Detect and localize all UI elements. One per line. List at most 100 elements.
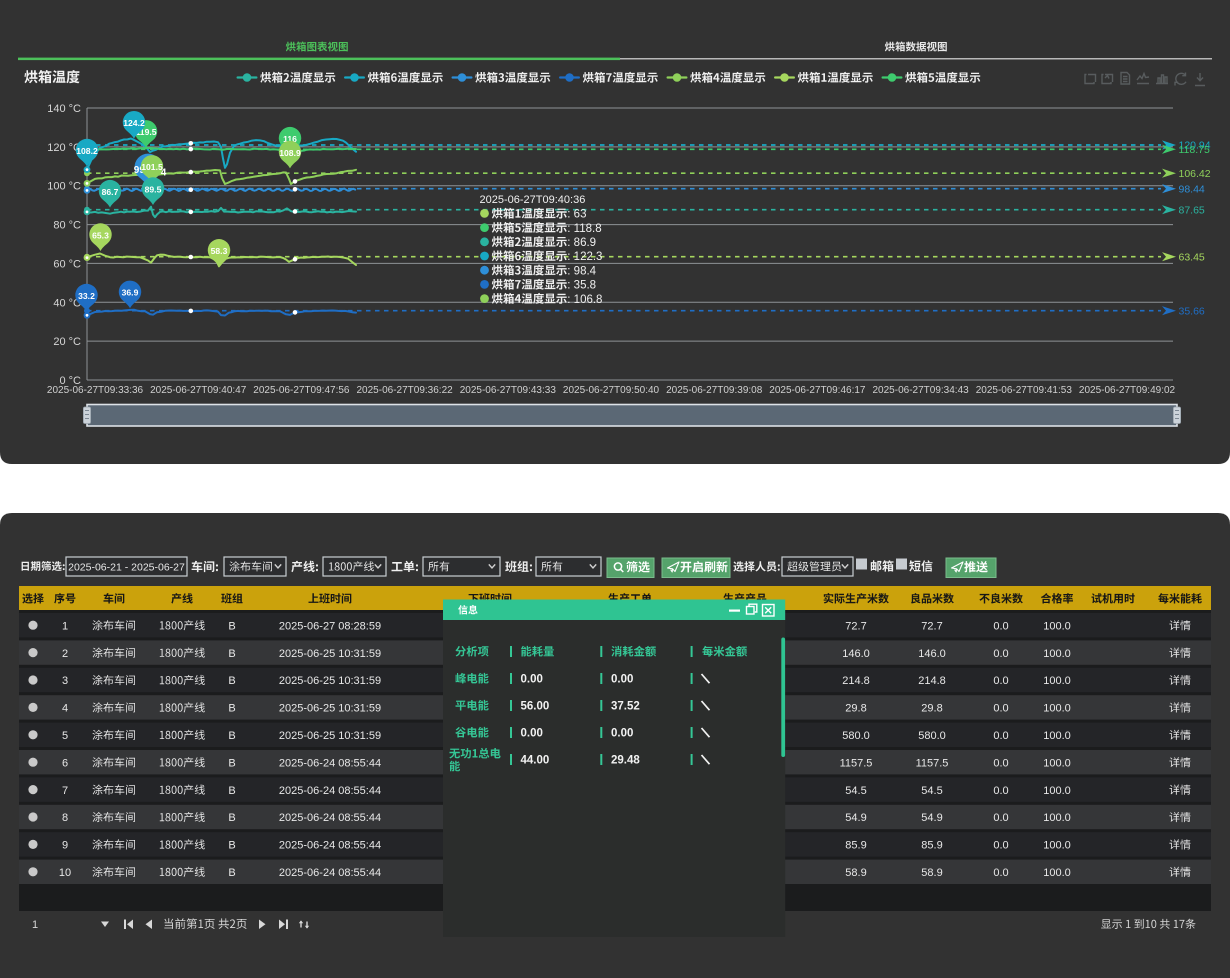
svg-text:2025-06-27T09:41:53: 2025-06-27T09:41:53 — [976, 385, 1073, 396]
svg-text:10: 10 — [59, 867, 71, 879]
svg-text:0.00: 0.00 — [521, 728, 543, 740]
svg-text:7: 7 — [62, 785, 68, 797]
svg-text:0.0: 0.0 — [993, 812, 1008, 824]
svg-text:29.8: 29.8 — [845, 703, 866, 715]
svg-text:0.00: 0.00 — [521, 674, 543, 686]
svg-text:58.3: 58.3 — [211, 246, 228, 256]
svg-text:0.0: 0.0 — [993, 785, 1008, 797]
svg-text:37.52: 37.52 — [611, 701, 640, 713]
svg-text:65.3: 65.3 — [92, 230, 109, 240]
svg-text:580.0: 580.0 — [918, 730, 946, 742]
svg-text:2: 2 — [62, 648, 68, 660]
svg-text:33.2: 33.2 — [78, 291, 95, 301]
svg-text:1: 1 — [62, 620, 68, 632]
svg-text:54.9: 54.9 — [921, 812, 942, 824]
svg-text:: 106.8: : 106.8 — [567, 294, 602, 306]
svg-text:2025-06-27T09:50:40: 2025-06-27T09:50:40 — [563, 385, 660, 396]
svg-text:87.65: 87.65 — [1179, 204, 1205, 216]
svg-text:98.44: 98.44 — [1179, 183, 1205, 195]
svg-text:0.0: 0.0 — [993, 648, 1008, 660]
svg-text:2025-06-27 08:28:59: 2025-06-27 08:28:59 — [279, 620, 381, 632]
svg-text:100.0: 100.0 — [1043, 840, 1071, 852]
svg-text:72.7: 72.7 — [845, 620, 866, 632]
svg-text:2025-06-25 10:31:59: 2025-06-25 10:31:59 — [279, 703, 381, 715]
svg-text:54.5: 54.5 — [845, 785, 866, 797]
svg-text:B: B — [228, 757, 235, 769]
svg-text:8: 8 — [62, 812, 68, 824]
svg-text:85.9: 85.9 — [845, 840, 866, 852]
svg-text:2025-06-25 10:31:59: 2025-06-25 10:31:59 — [279, 730, 381, 742]
svg-text:B: B — [228, 648, 235, 660]
svg-text:20 °C: 20 °C — [53, 336, 81, 348]
svg-text:0.0: 0.0 — [993, 730, 1008, 742]
svg-text:1157.5: 1157.5 — [916, 757, 949, 769]
svg-text:2025-06-27T09:47:56: 2025-06-27T09:47:56 — [253, 385, 350, 396]
svg-text:: 63: : 63 — [567, 209, 586, 221]
svg-text:B: B — [228, 620, 235, 632]
svg-text:56.00: 56.00 — [521, 701, 550, 713]
svg-text:1157.5: 1157.5 — [840, 757, 873, 769]
svg-text:100.0: 100.0 — [1043, 620, 1071, 632]
svg-text:35.66: 35.66 — [1179, 305, 1205, 317]
svg-text:5: 5 — [62, 730, 68, 742]
svg-text:2025-06-27T09:40:47: 2025-06-27T09:40:47 — [150, 385, 247, 396]
svg-text:36.9: 36.9 — [122, 288, 139, 298]
svg-text:0.0: 0.0 — [993, 757, 1008, 769]
svg-text:: 86.9: : 86.9 — [567, 237, 596, 249]
svg-text:9: 9 — [62, 840, 68, 852]
svg-text:89.5: 89.5 — [145, 184, 162, 194]
svg-text:B: B — [228, 812, 235, 824]
svg-text:0.0: 0.0 — [993, 620, 1008, 632]
svg-text:80 °C: 80 °C — [53, 220, 81, 232]
svg-text:2025-06-24 08:55:44: 2025-06-24 08:55:44 — [279, 867, 381, 879]
svg-text:100.0: 100.0 — [1043, 812, 1071, 824]
svg-text:0.0: 0.0 — [993, 867, 1008, 879]
svg-text:58.9: 58.9 — [845, 867, 866, 879]
svg-text:4: 4 — [62, 703, 68, 715]
svg-text:2025-06-27T09:34:43: 2025-06-27T09:34:43 — [873, 385, 970, 396]
svg-text:86.7: 86.7 — [102, 187, 119, 197]
svg-text:146.0: 146.0 — [918, 648, 946, 660]
svg-text:63.45: 63.45 — [1179, 251, 1205, 263]
svg-text:60 °C: 60 °C — [53, 258, 81, 270]
svg-text:2025-06-24 08:55:44: 2025-06-24 08:55:44 — [279, 785, 381, 797]
svg-text:2025-06-25 10:31:59: 2025-06-25 10:31:59 — [279, 648, 381, 660]
svg-text:100.0: 100.0 — [1043, 785, 1071, 797]
svg-text:0.0: 0.0 — [993, 703, 1008, 715]
svg-text:B: B — [228, 703, 235, 715]
svg-text:2025-06-27T09:43:33: 2025-06-27T09:43:33 — [460, 385, 557, 396]
svg-text:140 °C: 140 °C — [47, 103, 81, 115]
svg-text:100.0: 100.0 — [1043, 675, 1071, 687]
svg-text:124.2: 124.2 — [123, 118, 145, 128]
svg-text:2025-06-24 08:55:44: 2025-06-24 08:55:44 — [279, 757, 381, 769]
svg-text:118.75: 118.75 — [1179, 144, 1210, 156]
svg-text:214.8: 214.8 — [918, 675, 946, 687]
svg-text:58.9: 58.9 — [921, 867, 942, 879]
svg-text:0.0: 0.0 — [993, 675, 1008, 687]
svg-text:29.8: 29.8 — [921, 703, 942, 715]
svg-text:72.7: 72.7 — [921, 620, 942, 632]
svg-text:146.0: 146.0 — [842, 648, 870, 660]
svg-text:B: B — [228, 785, 235, 797]
svg-text:0.0: 0.0 — [993, 840, 1008, 852]
svg-text:3: 3 — [62, 675, 68, 687]
svg-text:108.9: 108.9 — [279, 148, 301, 158]
svg-text:: 98.4: : 98.4 — [567, 265, 596, 277]
svg-text:2025-06-27T09:39:08: 2025-06-27T09:39:08 — [666, 385, 763, 396]
svg-text:108.2: 108.2 — [76, 146, 98, 156]
svg-text:100.0: 100.0 — [1043, 703, 1071, 715]
svg-text:0.00: 0.00 — [611, 728, 633, 740]
svg-text:2025-06-27T09:36:22: 2025-06-27T09:36:22 — [357, 385, 454, 396]
svg-text:101.5: 101.5 — [141, 162, 163, 172]
svg-text:44.00: 44.00 — [521, 755, 550, 767]
svg-text:B: B — [228, 730, 235, 742]
svg-text:0.00: 0.00 — [611, 674, 633, 686]
svg-text:6: 6 — [62, 757, 68, 769]
svg-text:2025-06-25 10:31:59: 2025-06-25 10:31:59 — [279, 675, 381, 687]
svg-text:2025-06-27T09:40:36: 2025-06-27T09:40:36 — [480, 194, 586, 206]
svg-text:B: B — [228, 840, 235, 852]
svg-text:100.0: 100.0 — [1043, 867, 1071, 879]
svg-text:100.0: 100.0 — [1043, 730, 1071, 742]
svg-text:100.0: 100.0 — [1043, 757, 1071, 769]
svg-text:580.0: 580.0 — [842, 730, 870, 742]
